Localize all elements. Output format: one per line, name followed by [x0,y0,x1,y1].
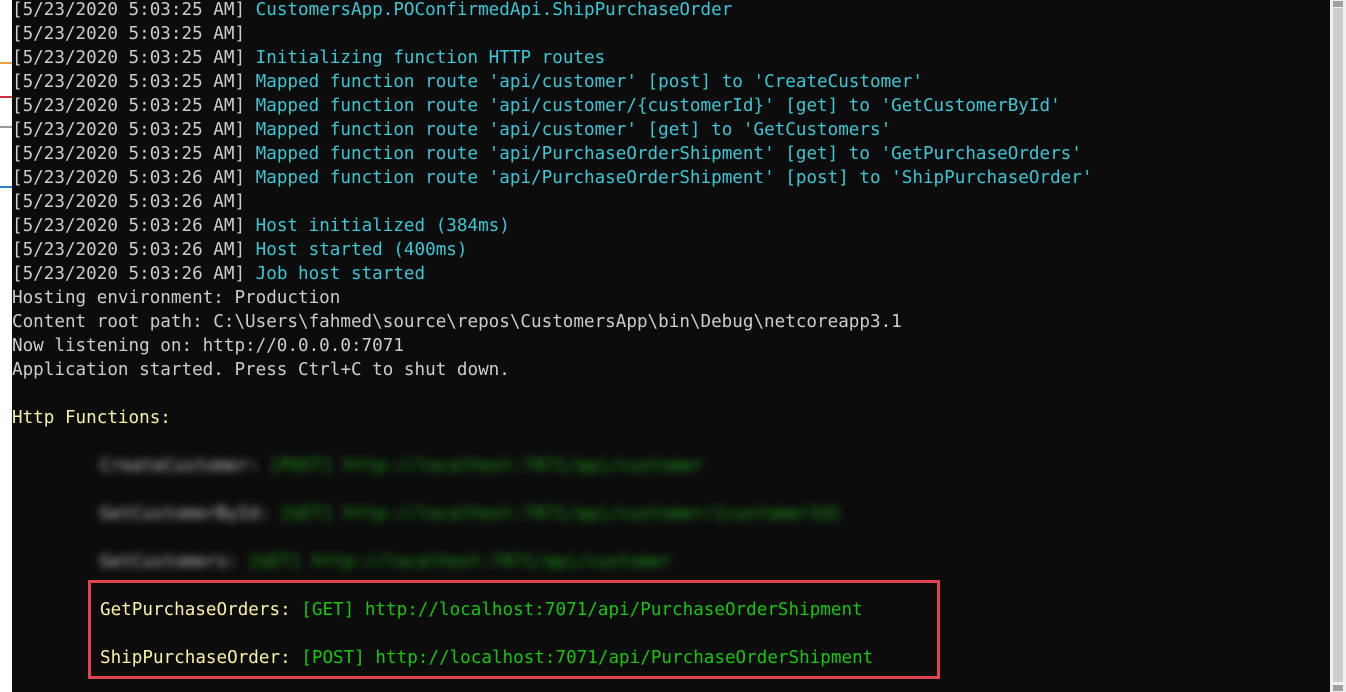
blurred-function-line: GetCustomers: [GET] http://localhost:707… [100,550,672,574]
background-window-fragment [0,126,12,128]
log-timestamp: [5/23/2020 5:03:25 AM] [12,144,246,164]
log-line: [5/23/2020 5:03:25 AM] Mapped function r… [12,118,891,142]
background-window-fragment [0,62,12,64]
log-message: Host initialized (384ms) [245,216,510,236]
log-line: [5/23/2020 5:03:26 AM] Job host started [12,262,425,286]
function-route: [GET] http://localhost:7071/api/customer [237,552,672,572]
log-timestamp: [5/23/2020 5:03:25 AM] [12,24,246,44]
function-url[interactable]: http://localhost:7071/api/PurchaseOrderS… [365,648,873,668]
log-timestamp: [5/23/2020 5:03:26 AM] [12,240,246,260]
background-window-fragment [0,186,12,188]
log-line: [5/23/2020 5:03:25 AM] Mapped function r… [12,70,923,94]
function-method: [GET] [290,600,355,620]
hosting-environment-line: Hosting environment: Production [12,288,341,308]
log-message: Initializing function HTTP routes [245,48,606,68]
log-timestamp: [5/23/2020 5:03:25 AM] [12,0,246,20]
log-line: [5/23/2020 5:03:25 AM] Initializing func… [12,46,605,70]
log-message: Mapped function route 'api/PurchaseOrder… [245,168,1093,188]
log-timestamp: [5/23/2020 5:03:25 AM] [12,48,246,68]
log-message: Mapped function route 'api/customer' [ge… [245,120,892,140]
log-message: Mapped function route 'api/PurchaseOrder… [245,144,1082,164]
function-method: [POST] [290,648,365,668]
log-timestamp: [5/23/2020 5:03:26 AM] [12,216,246,236]
function-name: GetPurchaseOrders: [100,600,291,620]
log-timestamp: [5/23/2020 5:03:26 AM] [12,264,246,284]
highlighted-function-line: GetPurchaseOrders: [GET] http://localhos… [100,598,863,622]
function-route: [POST] http://localhost:7071/api/custome… [258,456,704,476]
log-line: [5/23/2020 5:03:25 AM] CustomersApp.POCo… [12,0,732,22]
log-timestamp: [5/23/2020 5:03:25 AM] [12,120,246,140]
http-functions-header: Http Functions: [12,408,171,428]
log-message: Mapped function route 'api/customer/{cus… [245,96,1061,116]
log-timestamp: [5/23/2020 5:03:25 AM] [12,72,246,92]
log-line: [5/23/2020 5:03:26 AM] Mapped function r… [12,166,1092,190]
function-name: GetCustomerById: [100,504,270,524]
scrollbar-thumb[interactable] [1333,8,1343,682]
scroll-up-arrow-icon[interactable] [1333,1,1343,7]
function-name: CreateCustomer: [100,456,259,476]
application-started-line: Application started. Press Ctrl+C to shu… [12,360,510,380]
log-line: [5/23/2020 5:03:25 AM] [12,22,245,46]
function-name: ShipPurchaseOrder: [100,648,291,668]
blurred-function-line: CreateCustomer: [POST] http://localhost:… [100,454,704,478]
function-url[interactable]: http://localhost:7071/api/PurchaseOrderS… [354,600,863,620]
background-window-fragment [0,96,12,98]
log-message: Job host started [245,264,426,284]
log-line: [5/23/2020 5:03:26 AM] Host started (400… [12,238,468,262]
blurred-function-line: GetCustomerById: [GET] http://localhost:… [100,502,841,526]
log-message: Mapped function route 'api/customer' [po… [245,72,923,92]
terminal-window: [5/23/2020 5:03:25 AM] CustomersApp.POCo… [12,0,1330,692]
scroll-down-arrow-icon[interactable] [1333,685,1343,691]
log-line: [5/23/2020 5:03:25 AM] Mapped function r… [12,142,1082,166]
log-line: [5/23/2020 5:03:26 AM] Host initialized … [12,214,510,238]
log-timestamp: [5/23/2020 5:03:26 AM] [12,192,246,212]
log-message: CustomersApp.POConfirmedApi.ShipPurchase… [245,0,733,20]
log-line: [5/23/2020 5:03:25 AM] Mapped function r… [12,94,1061,118]
listening-url-line: Now listening on: http://0.0.0.0:7071 [12,336,404,356]
background-window-strip [0,0,12,692]
function-route: [GET] http://localhost:7071/api/customer… [269,504,842,524]
highlighted-function-line: ShipPurchaseOrder: [POST] http://localho… [100,646,873,670]
content-root-path-line: Content root path: C:\Users\fahmed\sourc… [12,312,902,332]
log-message: Host started (400ms) [245,240,468,260]
log-line: [5/23/2020 5:03:26 AM] [12,190,245,214]
log-timestamp: [5/23/2020 5:03:26 AM] [12,168,246,188]
vertical-scrollbar[interactable] [1330,0,1346,692]
function-name: GetCustomers: [100,552,238,572]
log-timestamp: [5/23/2020 5:03:25 AM] [12,96,246,116]
